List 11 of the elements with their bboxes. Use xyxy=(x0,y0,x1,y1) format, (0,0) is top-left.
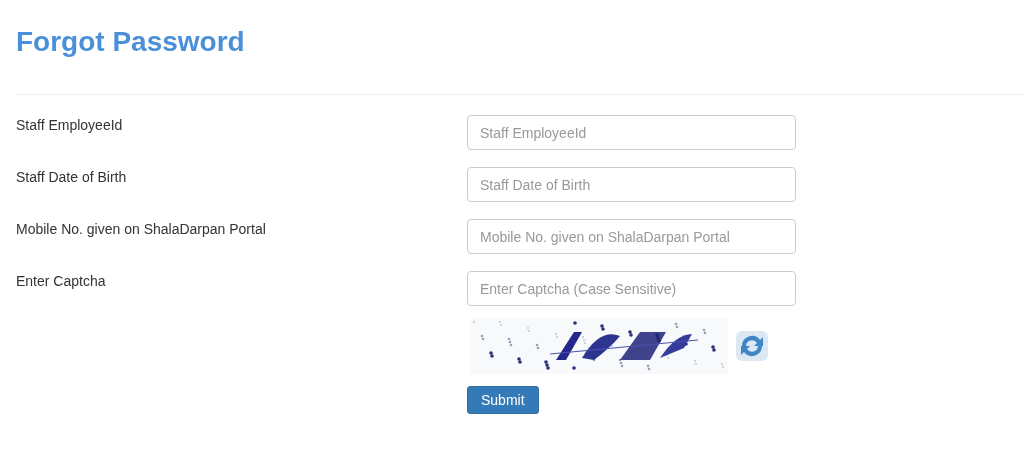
field-label: Mobile No. given on ShalaDarpan Portal xyxy=(16,220,266,237)
input-field[interactable]: Staff EmployeeId xyxy=(467,115,796,150)
field-label: Enter Captcha xyxy=(16,272,106,289)
refresh-icon[interactable] xyxy=(735,330,769,362)
page-title: Forgot Password xyxy=(16,25,246,58)
submit-button[interactable]: Submit xyxy=(467,386,539,414)
input-field[interactable]: Mobile No. given on ShalaDarpan Portal xyxy=(467,219,796,254)
input-field[interactable]: Staff Date of Birth xyxy=(467,167,796,202)
field-label: Staff EmployeeId xyxy=(16,116,123,133)
input-field[interactable]: Enter Captcha (Case Sensitive) xyxy=(467,271,796,306)
field-label: Staff Date of Birth xyxy=(16,168,127,185)
